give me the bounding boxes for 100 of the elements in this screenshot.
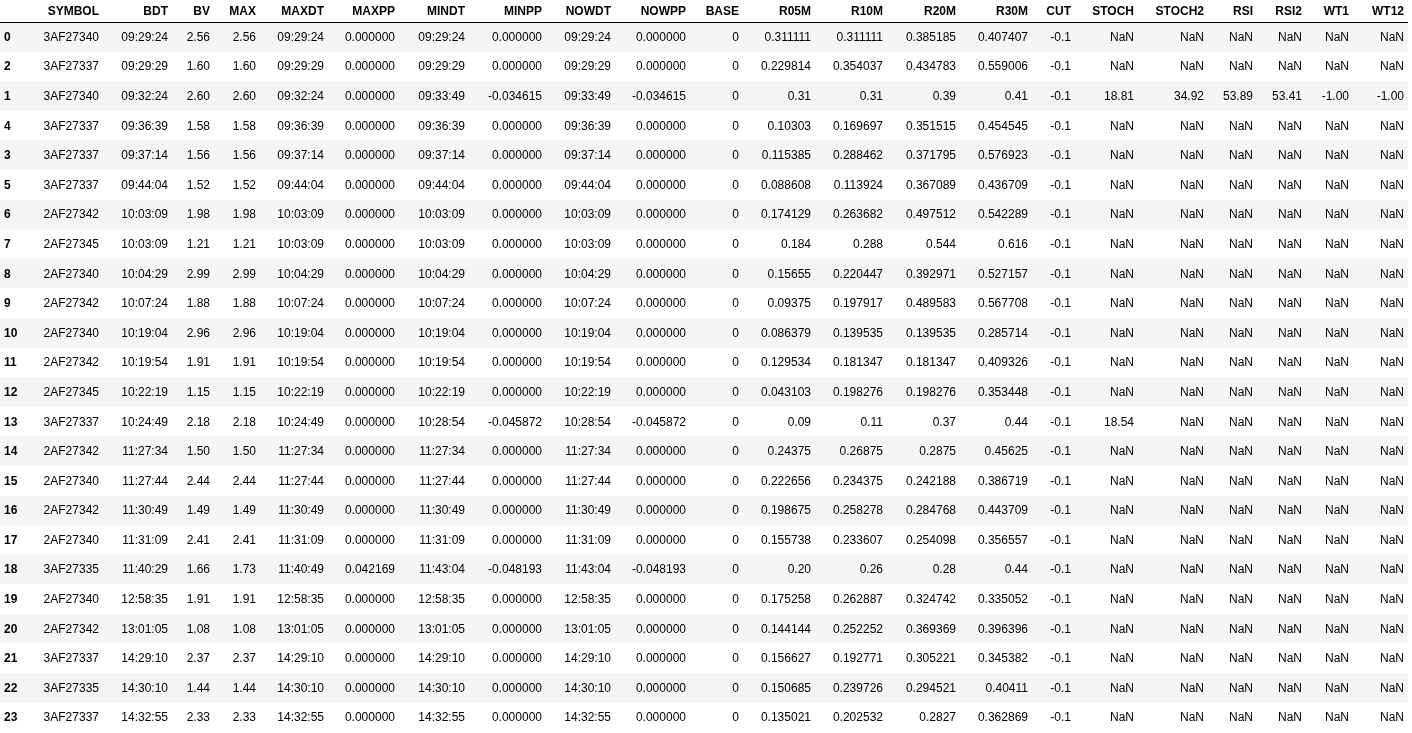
table-cell: 2.56 (172, 22, 214, 52)
table-cell: 10:07:24 (546, 288, 615, 318)
table-cell: 0.000000 (469, 51, 546, 82)
table-cell: -0.1 (1032, 613, 1075, 644)
table-cell: 10:22:19 (399, 377, 469, 407)
table-cell: 0.042169 (328, 554, 399, 585)
table-cell: NaN (1353, 525, 1408, 555)
table-cell: NaN (1138, 436, 1208, 466)
table-cell: 1.66 (172, 554, 214, 585)
table-cell: 11:30:49 (399, 495, 469, 526)
table-cell: 14:32:55 (103, 702, 172, 733)
table-cell: NaN (1208, 377, 1257, 407)
table-cell: NaN (1306, 465, 1353, 496)
table-cell: 0.000000 (328, 51, 399, 82)
table-cell: 0.229814 (743, 51, 815, 82)
table-cell: 0.150685 (743, 673, 815, 703)
table-cell: 0 (690, 377, 743, 407)
table-cell: 1.15 (172, 377, 214, 407)
table-cell: 2AF27342 (35, 347, 103, 378)
column-header: WT1 (1306, 0, 1353, 22)
table-cell: -0.1 (1032, 81, 1075, 111)
table-cell: NaN (1353, 51, 1408, 82)
table-cell: 10:03:09 (103, 229, 172, 259)
table-cell: 09:37:14 (546, 140, 615, 170)
table-cell: -0.1 (1032, 377, 1075, 407)
table-cell: 0.294521 (887, 673, 960, 703)
table-cell: 0.169697 (815, 110, 887, 141)
table-cell: 3AF27335 (35, 673, 103, 703)
table-cell: 2.44 (214, 465, 260, 496)
table-cell: NaN (1306, 229, 1353, 259)
table-cell: NaN (1353, 673, 1408, 703)
table-cell: NaN (1306, 554, 1353, 585)
table-cell: 0.156627 (743, 643, 815, 674)
table-cell: NaN (1075, 495, 1138, 526)
table-cell: NaN (1138, 702, 1208, 733)
table-cell: 1.58 (214, 110, 260, 141)
table-cell: 0.000000 (328, 258, 399, 289)
table-cell: 0.088608 (743, 169, 815, 200)
table-cell: 10:03:09 (103, 199, 172, 230)
table-cell: 14:29:10 (260, 643, 328, 674)
table-cell: 0.000000 (615, 702, 690, 733)
table-cell: 0.198276 (815, 377, 887, 407)
table-cell: 0 (690, 347, 743, 378)
row-index: 11 (0, 347, 35, 378)
table-cell: 10:03:09 (260, 229, 328, 259)
table-cell: NaN (1306, 377, 1353, 407)
table-cell: 10:22:19 (103, 377, 172, 407)
table-cell: 0.000000 (328, 199, 399, 230)
table-cell: 09:29:24 (260, 22, 328, 52)
row-index: 15 (0, 465, 35, 496)
row-index: 8 (0, 258, 35, 289)
table-cell: 3AF27340 (35, 22, 103, 52)
table-cell: 0.000000 (615, 377, 690, 407)
table-cell: NaN (1075, 613, 1138, 644)
table-cell: 1.44 (214, 673, 260, 703)
table-cell: 14:30:10 (103, 673, 172, 703)
table-cell: 1.08 (214, 613, 260, 644)
table-cell: 0 (690, 702, 743, 733)
table-cell: 11:27:44 (260, 465, 328, 496)
table-cell: 09:37:14 (103, 140, 172, 170)
table-cell: 2AF27342 (35, 199, 103, 230)
row-index: 9 (0, 288, 35, 318)
table-cell: -0.1 (1032, 258, 1075, 289)
table-cell: 09:44:04 (399, 169, 469, 200)
table-cell: 09:44:04 (546, 169, 615, 200)
table-cell: 10:19:54 (546, 347, 615, 378)
table-cell: 10:24:49 (260, 406, 328, 437)
row-index: 10 (0, 317, 35, 348)
table-cell: 3AF27335 (35, 554, 103, 585)
table-cell: 0.305221 (887, 643, 960, 674)
table-cell: 53.89 (1208, 81, 1257, 111)
table-cell: 2AF27342 (35, 613, 103, 644)
table-cell: -0.1 (1032, 702, 1075, 733)
table-cell: 0.576923 (960, 140, 1032, 170)
table-cell: 1.56 (172, 140, 214, 170)
table-cell: NaN (1138, 584, 1208, 614)
table-cell: 0.263682 (815, 199, 887, 230)
table-cell: 0 (690, 169, 743, 200)
table-cell: NaN (1138, 199, 1208, 230)
table-cell: NaN (1306, 22, 1353, 52)
table-cell: NaN (1257, 554, 1306, 585)
table-cell: 13:01:05 (546, 613, 615, 644)
table-cell: NaN (1257, 643, 1306, 674)
table-cell: 09:32:24 (260, 81, 328, 111)
table-cell: NaN (1208, 317, 1257, 348)
table-cell: 0 (690, 288, 743, 318)
column-header: RSI (1208, 0, 1257, 22)
table-cell: 0.135021 (743, 702, 815, 733)
table-cell: NaN (1257, 229, 1306, 259)
table-cell: 10:04:29 (103, 258, 172, 289)
table-cell: NaN (1353, 317, 1408, 348)
table-cell: 2AF27340 (35, 465, 103, 496)
row-index: 21 (0, 643, 35, 674)
row-index: 19 (0, 584, 35, 614)
table-cell: 13:01:05 (399, 613, 469, 644)
table-cell: 1.50 (214, 436, 260, 466)
table-cell: 0.000000 (469, 643, 546, 674)
table-cell: 11:27:44 (399, 465, 469, 496)
row-index: 0 (0, 22, 35, 52)
table-cell: NaN (1075, 258, 1138, 289)
